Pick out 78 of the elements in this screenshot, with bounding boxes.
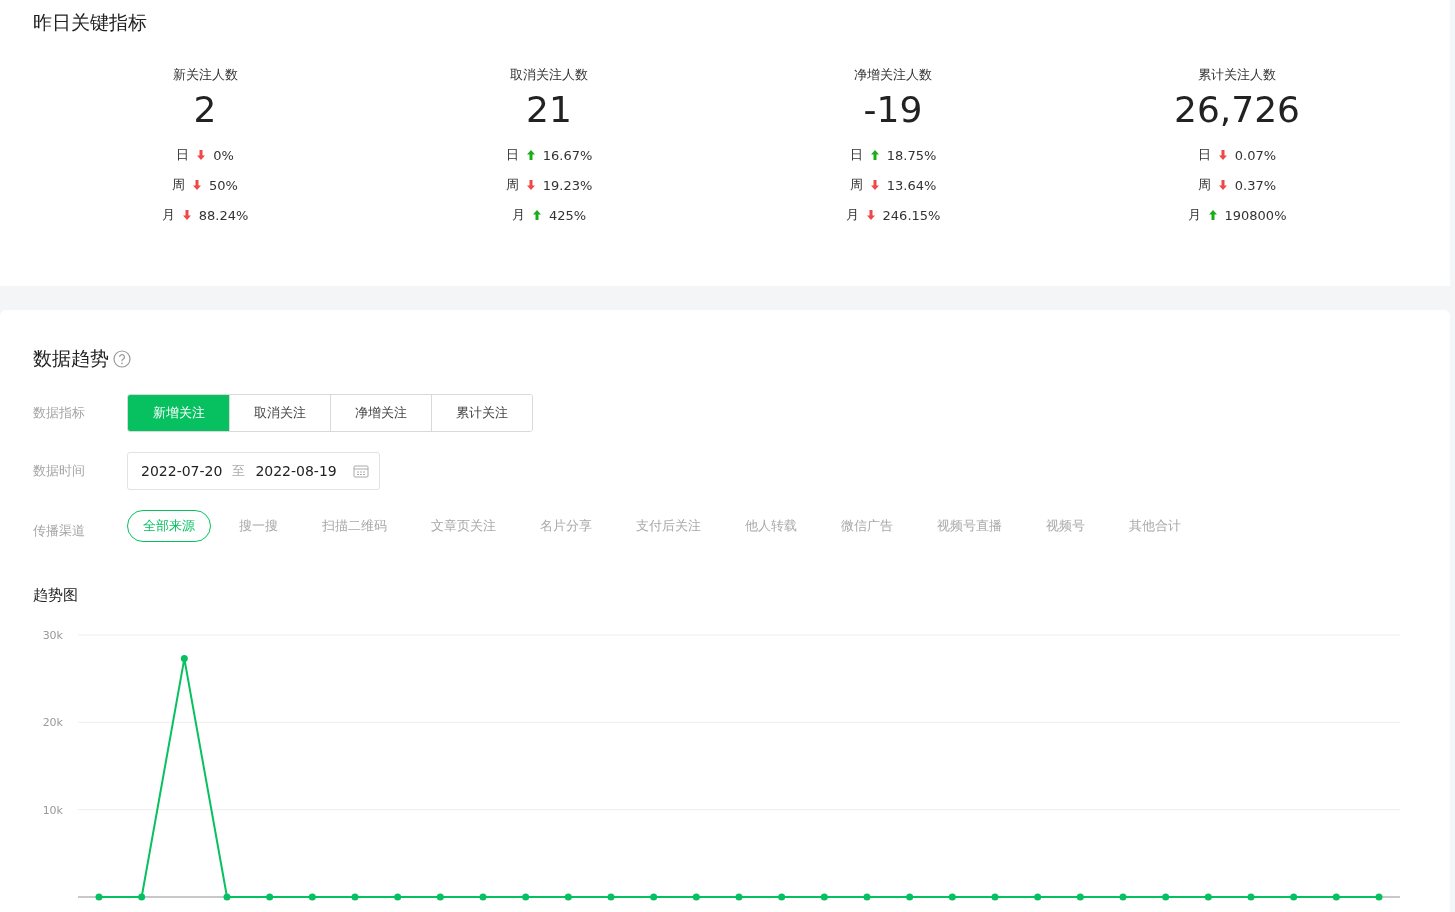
data-point xyxy=(138,893,146,901)
data-point xyxy=(394,893,402,901)
data-point xyxy=(948,893,956,901)
data-point xyxy=(351,893,359,901)
period-label: 周 xyxy=(505,176,519,194)
period-label: 周 xyxy=(849,176,863,194)
metric-value: 2 xyxy=(193,88,217,132)
data-point xyxy=(1332,893,1340,901)
period-label: 日 xyxy=(176,146,190,164)
change-value: 425% xyxy=(548,207,587,223)
period-label: 日 xyxy=(505,146,519,164)
change-value: 0.07% xyxy=(1234,147,1277,163)
change-value: 0% xyxy=(213,147,234,163)
axis-tick-label: 30k xyxy=(42,629,63,642)
field-label: 数据时间 xyxy=(33,462,86,480)
metric-value: 26,726 xyxy=(1174,88,1300,132)
metric-tab[interactable]: 累计关注 xyxy=(431,395,532,431)
data-point xyxy=(436,893,444,901)
change-value: 0.37% xyxy=(1234,177,1277,193)
change-value: 16.67% xyxy=(542,147,593,163)
channel-filter[interactable]: 全部来源 xyxy=(127,510,211,542)
change-value: 13.64% xyxy=(886,177,937,193)
data-point xyxy=(692,893,700,901)
period-label: 周 xyxy=(1197,176,1211,194)
period-label: 周 xyxy=(172,176,186,194)
period-label: 日 xyxy=(849,146,863,164)
data-point xyxy=(308,893,316,901)
data-point xyxy=(180,655,188,663)
period-label: 月 xyxy=(511,206,525,224)
data-point xyxy=(1034,893,1042,901)
metric-tab[interactable]: 新增关注 xyxy=(128,395,229,431)
data-point xyxy=(564,893,572,901)
data-point xyxy=(778,893,786,901)
data-point xyxy=(820,893,828,901)
metric-label: 累计关注人数 xyxy=(1198,66,1276,84)
data-point xyxy=(863,893,871,901)
change-value: 190800% xyxy=(1224,207,1287,223)
data-point xyxy=(95,893,103,901)
period-label: 日 xyxy=(1197,146,1211,164)
data-point xyxy=(1247,893,1255,901)
data-point xyxy=(479,893,487,901)
data-point xyxy=(266,893,274,901)
data-point xyxy=(1375,893,1383,901)
field-label: 传播渠道 xyxy=(33,522,86,540)
data-point xyxy=(1204,893,1212,901)
change-value: 88.24% xyxy=(198,207,249,223)
period-label: 月 xyxy=(161,206,175,224)
axis-tick-label: 20k xyxy=(42,716,63,730)
change-value: 19.23% xyxy=(542,177,593,193)
section-title: 昨日关键指标 xyxy=(33,10,148,35)
data-point xyxy=(1162,893,1170,901)
data-point xyxy=(650,893,658,901)
metric-value: 21 xyxy=(526,88,572,132)
data-point xyxy=(991,893,999,901)
section-title: 数据趋势 xyxy=(33,346,109,371)
metric-label: 新关注人数 xyxy=(172,66,238,84)
metric-label: 净增关注人数 xyxy=(854,66,932,84)
data-point xyxy=(522,893,530,901)
date-range-picker[interactable]: 2022-07-20 至 2022-08-19 xyxy=(127,452,380,490)
help-icon[interactable] xyxy=(113,350,131,368)
data-point xyxy=(1119,893,1127,901)
data-point xyxy=(223,893,231,901)
data-point xyxy=(906,893,914,901)
data-point xyxy=(607,893,615,901)
calendar-icon xyxy=(352,464,369,478)
period-label: 月 xyxy=(845,206,859,224)
data-point xyxy=(735,893,743,901)
axis-tick-label: 10k xyxy=(42,803,63,817)
metric-value: -19 xyxy=(863,88,923,132)
change-value: 246.15% xyxy=(882,207,941,223)
change-value: 18.75% xyxy=(886,147,937,163)
data-point xyxy=(1076,893,1084,901)
field-label: 数据指标 xyxy=(33,404,86,422)
data-point xyxy=(1290,893,1298,901)
chart-title: 趋势图 xyxy=(33,586,79,605)
period-label: 月 xyxy=(1187,206,1201,224)
metric-label: 取消关注人数 xyxy=(510,66,588,84)
change-value: 50% xyxy=(209,177,238,193)
